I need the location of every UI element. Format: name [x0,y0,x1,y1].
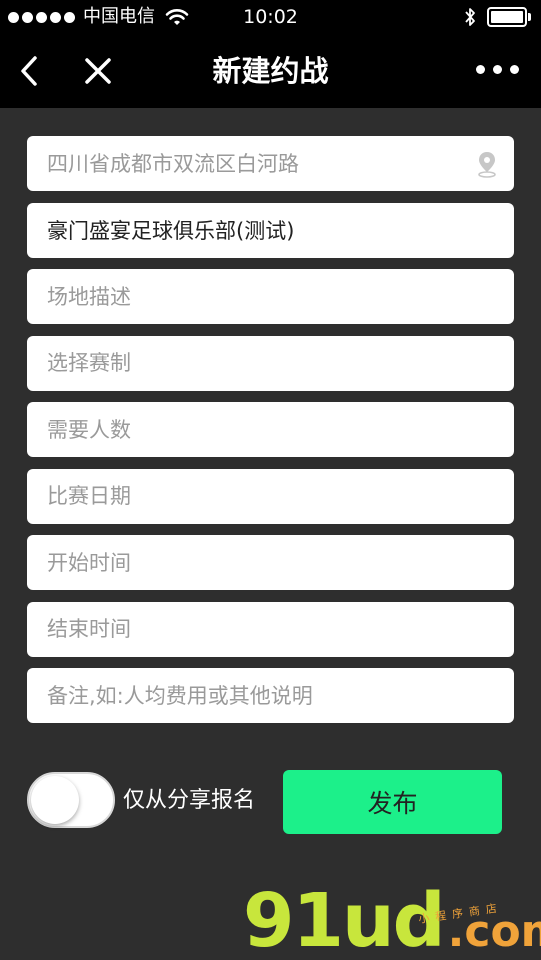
address-input[interactable] [47,151,464,176]
status-bar-right [463,6,531,28]
end-time-field-wrapper [27,601,514,657]
date-field-wrapper [27,468,514,524]
page-title: 新建约战 [212,54,329,88]
match-format-select[interactable] [47,351,494,375]
venue-description-input[interactable] [47,284,494,309]
start-time-field-wrapper [27,535,514,590]
players-field-wrapper [27,402,514,457]
watermark-logo-text: 91ud [243,878,446,960]
match-date-picker[interactable] [47,484,494,508]
start-time-picker[interactable] [47,550,494,575]
address-field-wrapper [27,136,514,191]
notes-input[interactable] [47,683,494,708]
toggle-knob [31,776,79,824]
club-field-wrapper [27,202,514,258]
share-only-toggle[interactable] [27,772,115,828]
notes-field-wrapper [27,668,514,723]
end-time-picker[interactable] [47,617,494,641]
format-field-wrapper [27,335,514,391]
bluetooth-icon [465,8,475,26]
location-pin-icon[interactable] [476,150,498,178]
club-name-input[interactable] [47,218,494,242]
venue-field-wrapper [27,269,514,324]
match-form [27,136,514,735]
players-needed-input[interactable] [47,417,494,442]
status-bar: 中国电信 10:02 [0,0,541,34]
watermark-logo: 91ud .com [243,882,541,958]
nav-bar: 新建约战 [0,34,541,108]
more-dots-icon[interactable] [476,65,519,74]
publish-button[interactable]: 发布 [283,770,502,834]
battery-icon [487,7,531,27]
share-only-label: 仅从分享报名 [123,788,256,813]
status-time: 10:02 [243,6,298,28]
